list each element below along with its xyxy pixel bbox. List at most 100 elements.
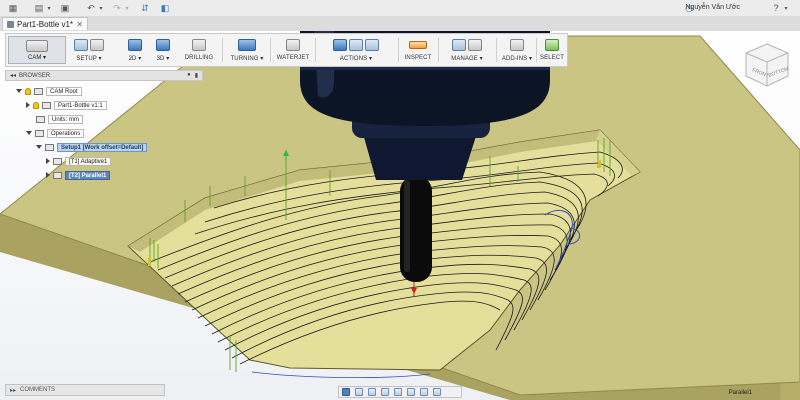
turning-icon [238, 39, 256, 51]
tree-item-cam-root[interactable]: CAM Root [16, 86, 82, 96]
milling-3d-icon [156, 39, 170, 51]
toolbar-divider [398, 38, 399, 62]
toolbar-divider [438, 38, 439, 62]
redo-dropdown-icon[interactable]: ▾ [122, 3, 132, 13]
select-button[interactable]: SELECT [538, 34, 566, 66]
redo-icon[interactable]: ↷ [112, 3, 122, 13]
waterjet-button[interactable]: WATERJET [276, 34, 310, 66]
tree-item-part[interactable]: Part1-Bottle v1:1 [26, 100, 107, 110]
actions-button[interactable]: ACTIONS ▾ [320, 34, 392, 66]
setup-icon [45, 143, 54, 151]
ribbon-toolbar: CAM ▾ SETUP ▾ 2D ▾ 3D ▾ DRILLING TURNING… [5, 33, 568, 67]
add-ins-icon [510, 39, 524, 51]
viewports-icon[interactable] [433, 388, 441, 396]
workspace-label: CAM [27, 55, 42, 61]
milling-2d-button[interactable]: 2D ▾ [122, 34, 148, 66]
document-tab[interactable]: Part1-Bottle v1* ✕ [2, 17, 88, 30]
setup-button[interactable]: SETUP ▾ [72, 34, 106, 66]
select-icon [545, 39, 559, 51]
tree-item-units[interactable]: Units: mm [36, 114, 83, 124]
workspace-switcher[interactable]: CAM ▾ [8, 36, 66, 64]
pin-icon[interactable]: ● [187, 72, 191, 79]
selection-status: Parallel1 [728, 390, 752, 396]
adaptive-clearing-icon [53, 157, 62, 165]
actions-label: ACTIONS [339, 56, 368, 62]
browser-title: BROWSER [19, 72, 51, 79]
toolpath-lead-out [251, 371, 431, 379]
select-label: SELECT [540, 55, 564, 61]
canvas-viewport[interactable] [0, 31, 800, 400]
expand-icon[interactable] [26, 102, 30, 108]
setup-label: SETUP [76, 56, 97, 62]
tree-item-parallel[interactable]: [T2] Parallel1 [46, 170, 111, 180]
expand-icon[interactable] [36, 145, 42, 149]
setup-sheet-icon [365, 39, 379, 51]
tree-label-operations: Operations [47, 128, 85, 138]
turning-button[interactable]: TURNING ▾ [228, 34, 266, 66]
tree-label-setup: Setup1 [Work offset=Default] [57, 142, 148, 152]
tool-library-icon [452, 39, 466, 51]
manage-label: MANAGE [451, 56, 478, 62]
milling-2d-icon [128, 39, 142, 51]
tree-item-operations[interactable]: Operations [26, 128, 85, 138]
toolbar-divider [315, 38, 316, 62]
pan-icon[interactable] [368, 388, 376, 396]
expand-icon[interactable] [16, 89, 22, 93]
visibility-bulb-icon[interactable] [25, 87, 31, 95]
user-name[interactable]: Nguyễn Văn Ước [685, 4, 740, 11]
drilling-icon [192, 39, 206, 51]
waterjet-icon [286, 39, 300, 51]
file-icon[interactable]: ▤ [34, 3, 44, 13]
grid-settings-icon[interactable] [420, 388, 428, 396]
zoom-window-icon[interactable] [394, 388, 402, 396]
drilling-button[interactable]: DRILLING [182, 34, 216, 66]
share-icon[interactable]: ◧ [160, 3, 170, 13]
toolbar-divider [496, 38, 497, 62]
grid-apps-icon[interactable]: ▦ [8, 3, 18, 13]
toolbar-divider [536, 38, 537, 62]
sync-icon[interactable]: ⇵ [140, 3, 150, 13]
expand-icon[interactable] [26, 131, 32, 135]
chevron-down-icon[interactable]: ▾ [44, 3, 54, 13]
milling-3d-label: 3D [156, 56, 165, 62]
comments-panel[interactable]: ▸▸ COMMENTS [5, 384, 165, 396]
add-ins-button[interactable]: ADD-INS ▾ [500, 34, 534, 66]
tool-highlight [404, 180, 410, 272]
help-icon[interactable]: ? [771, 3, 781, 13]
expand-arrows-icon[interactable]: ▸▸ [10, 387, 16, 394]
navigation-bar [338, 386, 462, 398]
tree-item-setup[interactable]: Setup1 [Work offset=Default] [36, 142, 148, 152]
inspect-button[interactable]: INSPECT [402, 34, 434, 66]
orbit-icon[interactable] [342, 388, 350, 396]
look-at-icon[interactable] [355, 388, 363, 396]
visibility-bulb-icon[interactable] [33, 101, 39, 109]
help-dropdown-icon[interactable]: ▾ [781, 3, 791, 13]
view-cube[interactable]: FRONT BOTTOM [740, 38, 794, 92]
browser-panel-header[interactable]: ◂◂ BROWSER ● ▮ [5, 70, 203, 81]
tree-item-adaptive[interactable]: [T1] Adaptive1 [46, 156, 112, 166]
cam-workspace-icon [26, 40, 48, 52]
expand-icon[interactable] [46, 172, 50, 178]
tree-label-part: Part1-Bottle v1:1 [54, 100, 107, 110]
zoom-icon[interactable] [381, 388, 389, 396]
post-library-icon [468, 39, 482, 51]
simulate-icon [333, 39, 347, 51]
save-icon[interactable]: ▣ [60, 3, 70, 13]
manage-button[interactable]: MANAGE ▾ [442, 34, 492, 66]
panel-menu-icon[interactable]: ▮ [195, 72, 198, 79]
undo-icon[interactable]: ↶ [86, 3, 96, 13]
tree-label-units: Units: mm [48, 114, 83, 124]
parallel-toolpath-icon [53, 171, 62, 179]
component-icon [7, 20, 14, 28]
undo-dropdown-icon[interactable]: ▾ [96, 3, 106, 13]
milling-3d-button[interactable]: 3D ▾ [150, 34, 176, 66]
tree-label-adaptive: [T1] Adaptive1 [65, 156, 112, 166]
expand-icon[interactable] [46, 158, 50, 164]
add-ins-label: ADD-INS [501, 56, 528, 62]
toolbar-divider [222, 38, 223, 62]
panel-collapse-icon[interactable]: ◂◂ [10, 72, 16, 79]
waterjet-label: WATERJET [276, 55, 310, 61]
display-settings-icon[interactable] [407, 388, 415, 396]
drilling-label: DRILLING [184, 55, 214, 61]
close-icon[interactable]: ✕ [76, 20, 83, 29]
